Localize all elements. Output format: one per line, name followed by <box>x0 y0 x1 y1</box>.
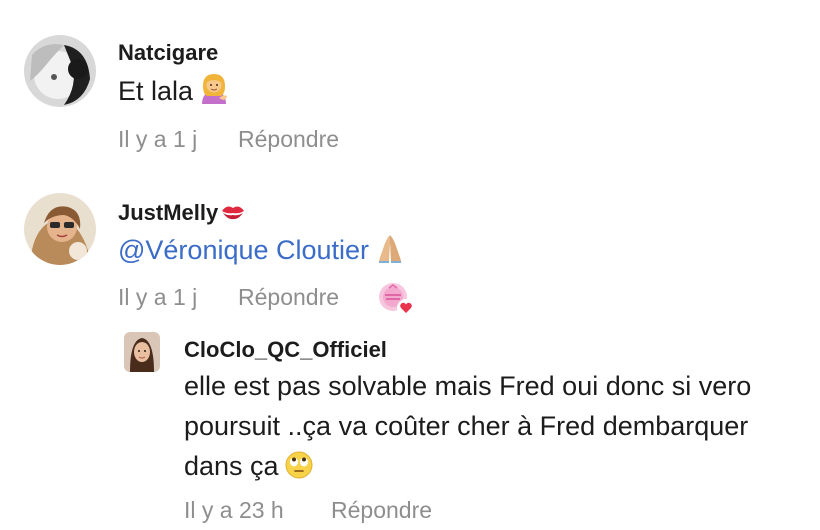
avatar[interactable] <box>24 35 96 107</box>
comment-text-content: Et lala <box>118 76 194 106</box>
mention-link[interactable]: @Véronique Cloutier <box>118 235 369 265</box>
reply-time: Il y a 23 h <box>184 497 284 523</box>
comment-time: Il y a 1 j <box>118 126 198 152</box>
reply-text-line: elle est pas solvable mais Fred oui donc… <box>184 371 752 401</box>
avatar[interactable] <box>124 332 160 372</box>
reply-text: elle est pas solvable mais Fred oui donc… <box>184 366 751 490</box>
username-text: JustMelly <box>118 200 219 225</box>
comment-time: Il y a 1 j <box>118 284 198 310</box>
avatar-justmelly-image <box>24 193 96 265</box>
comment-text: @Véronique Cloutier <box>118 230 405 274</box>
author-reaction-badge <box>378 282 416 318</box>
reply-button[interactable]: Répondre <box>238 126 339 153</box>
avatar-cloclo-image <box>124 332 160 372</box>
kiss-mark-emoji-icon <box>220 202 246 228</box>
comment-text: Et lala <box>118 71 229 115</box>
username[interactable]: CloClo_QC_Officiel <box>184 337 387 363</box>
reply-text-line-last: dans ça <box>184 446 751 490</box>
reply-text-content: dans ça <box>184 451 279 481</box>
username[interactable]: Natcigare <box>118 40 218 66</box>
reply-button[interactable]: Répondre <box>331 497 432 524</box>
avatar-natcigare-image <box>24 35 96 107</box>
woman-tipping-hand-emoji-icon <box>199 72 229 115</box>
reply-button[interactable]: Répondre <box>238 284 339 311</box>
face-with-rolling-eyes-emoji-icon <box>285 450 313 490</box>
folded-hands-emoji-icon <box>375 233 405 274</box>
reply-text-line: poursuit ..ça va coûter cher à Fred demb… <box>184 411 749 441</box>
username[interactable]: JustMelly <box>118 200 246 228</box>
avatar[interactable] <box>24 193 96 265</box>
